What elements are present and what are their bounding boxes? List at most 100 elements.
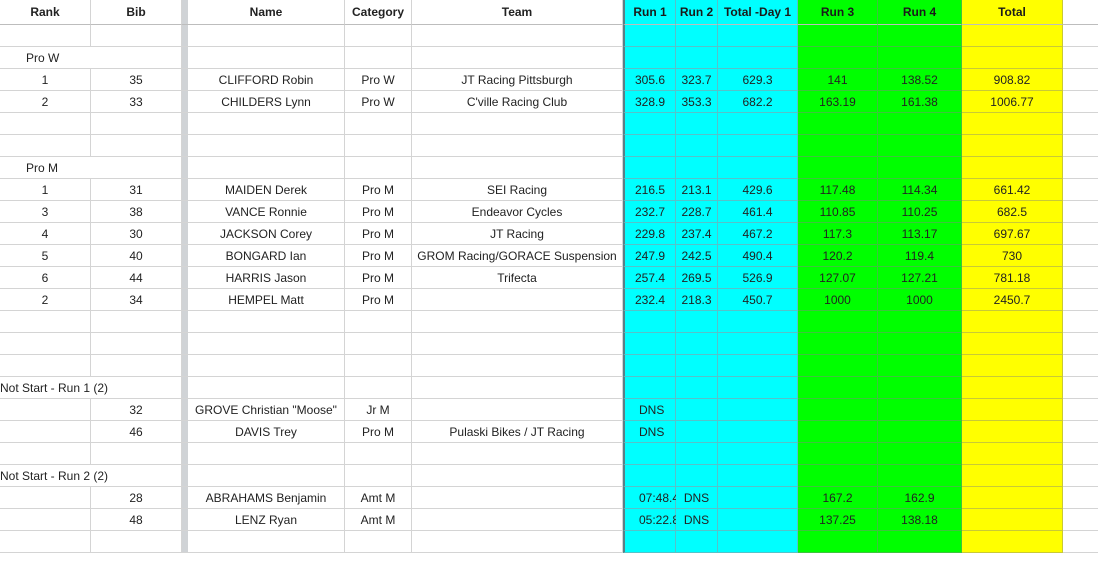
- cell-total[interactable]: [962, 355, 1063, 377]
- header-bib[interactable]: Bib: [91, 0, 182, 25]
- cell-run2[interactable]: 237.4: [676, 223, 718, 245]
- cell-total[interactable]: 682.5: [962, 201, 1063, 223]
- empty-cell[interactable]: [1063, 311, 1098, 333]
- cell-run2[interactable]: 213.1: [676, 179, 718, 201]
- empty-cell[interactable]: [1063, 135, 1098, 157]
- cell-run1[interactable]: 328.9: [623, 91, 676, 113]
- empty-cell[interactable]: [1063, 25, 1098, 47]
- cell-total[interactable]: [962, 487, 1063, 509]
- cell-total-day1[interactable]: [718, 47, 798, 69]
- cell-run1[interactable]: 305.6: [623, 69, 676, 91]
- empty-cell[interactable]: [1063, 465, 1098, 487]
- cell-run3[interactable]: 167.2: [798, 487, 878, 509]
- cell-total-day1[interactable]: [718, 509, 798, 531]
- header-name[interactable]: Name: [188, 0, 345, 25]
- cell-run3[interactable]: [798, 531, 878, 553]
- cell-run4[interactable]: 119.4: [878, 245, 962, 267]
- cell-name[interactable]: MAIDEN Derek: [188, 179, 345, 201]
- cell-run4[interactable]: [878, 135, 962, 157]
- cell-run3[interactable]: [798, 135, 878, 157]
- cell-team[interactable]: Pulaski Bikes / JT Racing: [412, 421, 623, 443]
- empty-cell[interactable]: [1063, 245, 1098, 267]
- cell-run1[interactable]: 232.7: [623, 201, 676, 223]
- cell-rank[interactable]: [0, 421, 91, 443]
- cell-bib[interactable]: [91, 113, 182, 135]
- cell-category[interactable]: Pro W: [345, 91, 412, 113]
- cell-run1[interactable]: [623, 377, 676, 399]
- cell-category[interactable]: Pro M: [345, 421, 412, 443]
- cell-bib[interactable]: 34: [91, 289, 182, 311]
- cell-run4[interactable]: 110.25: [878, 201, 962, 223]
- cell-run2[interactable]: [676, 157, 718, 179]
- cell-run2[interactable]: 323.7: [676, 69, 718, 91]
- cell-name[interactable]: [188, 47, 345, 69]
- cell-team[interactable]: JT Racing Pittsburgh: [412, 69, 623, 91]
- cell-run4[interactable]: [878, 443, 962, 465]
- cell-run3[interactable]: [798, 377, 878, 399]
- cell-bib[interactable]: [91, 47, 182, 69]
- cell-total-day1[interactable]: [718, 25, 798, 47]
- cell-name[interactable]: GROVE Christian "Moose": [188, 399, 345, 421]
- cell-bib[interactable]: [91, 355, 182, 377]
- cell-run1[interactable]: DNS: [623, 399, 676, 421]
- cell-total[interactable]: [962, 135, 1063, 157]
- cell-run3[interactable]: [798, 421, 878, 443]
- cell-total[interactable]: 781.18: [962, 267, 1063, 289]
- cell-run3[interactable]: 110.85: [798, 201, 878, 223]
- cell-total-day1[interactable]: 450.7: [718, 289, 798, 311]
- cell-run2[interactable]: [676, 531, 718, 553]
- cell-total[interactable]: 908.82: [962, 69, 1063, 91]
- cell-name[interactable]: [188, 311, 345, 333]
- cell-total[interactable]: [962, 311, 1063, 333]
- cell-run1[interactable]: 07:48.4: [623, 487, 679, 509]
- cell-rank[interactable]: 2: [0, 91, 91, 113]
- cell-run1[interactable]: [623, 157, 676, 179]
- cell-team[interactable]: Trifecta: [412, 267, 623, 289]
- empty-cell[interactable]: [1063, 201, 1098, 223]
- cell-run1[interactable]: 232.4: [623, 289, 676, 311]
- cell-team[interactable]: [412, 157, 623, 179]
- cell-name[interactable]: [188, 135, 345, 157]
- cell-team[interactable]: [412, 487, 623, 509]
- empty-cell[interactable]: [1063, 487, 1098, 509]
- cell-run4[interactable]: [878, 355, 962, 377]
- cell-run3[interactable]: 137.25: [798, 509, 878, 531]
- cell-run4[interactable]: [878, 157, 962, 179]
- cell-rank[interactable]: [0, 443, 91, 465]
- cell-run1[interactable]: [623, 135, 676, 157]
- cell-bib[interactable]: 32: [91, 399, 182, 421]
- cell-bib[interactable]: [91, 333, 182, 355]
- cell-run3[interactable]: [798, 25, 878, 47]
- cell-name[interactable]: DAVIS Trey: [188, 421, 345, 443]
- cell-bib[interactable]: [91, 157, 182, 179]
- cell-category[interactable]: [345, 25, 412, 47]
- cell-category[interactable]: Pro M: [345, 267, 412, 289]
- cell-bib[interactable]: 48: [91, 509, 182, 531]
- cell-run1[interactable]: [623, 443, 676, 465]
- cell-total[interactable]: [962, 399, 1063, 421]
- cell-team[interactable]: [412, 311, 623, 333]
- cell-total-day1[interactable]: [718, 487, 798, 509]
- cell-run1[interactable]: [623, 355, 676, 377]
- cell-name[interactable]: [188, 333, 345, 355]
- section-label[interactable]: Not Start - Run 1 (2): [0, 377, 108, 399]
- cell-total-day1[interactable]: [718, 113, 798, 135]
- cell-run2[interactable]: DNS: [676, 487, 718, 509]
- cell-run4[interactable]: 162.9: [878, 487, 962, 509]
- cell-team[interactable]: [412, 47, 623, 69]
- cell-rank[interactable]: 1: [0, 179, 91, 201]
- cell-name[interactable]: [188, 25, 345, 47]
- cell-total-day1[interactable]: [718, 465, 798, 487]
- header-total-day1[interactable]: Total -Day 1: [718, 0, 798, 25]
- cell-bib[interactable]: 40: [91, 245, 182, 267]
- cell-total-day1[interactable]: [718, 421, 798, 443]
- cell-run2[interactable]: [676, 333, 718, 355]
- cell-bib[interactable]: 38: [91, 201, 182, 223]
- cell-category[interactable]: [345, 465, 412, 487]
- cell-bib[interactable]: [91, 25, 182, 47]
- cell-category[interactable]: Pro M: [345, 223, 412, 245]
- section-label[interactable]: Pro M: [0, 157, 91, 179]
- cell-team[interactable]: [412, 113, 623, 135]
- cell-run4[interactable]: 138.52: [878, 69, 962, 91]
- cell-total[interactable]: [962, 157, 1063, 179]
